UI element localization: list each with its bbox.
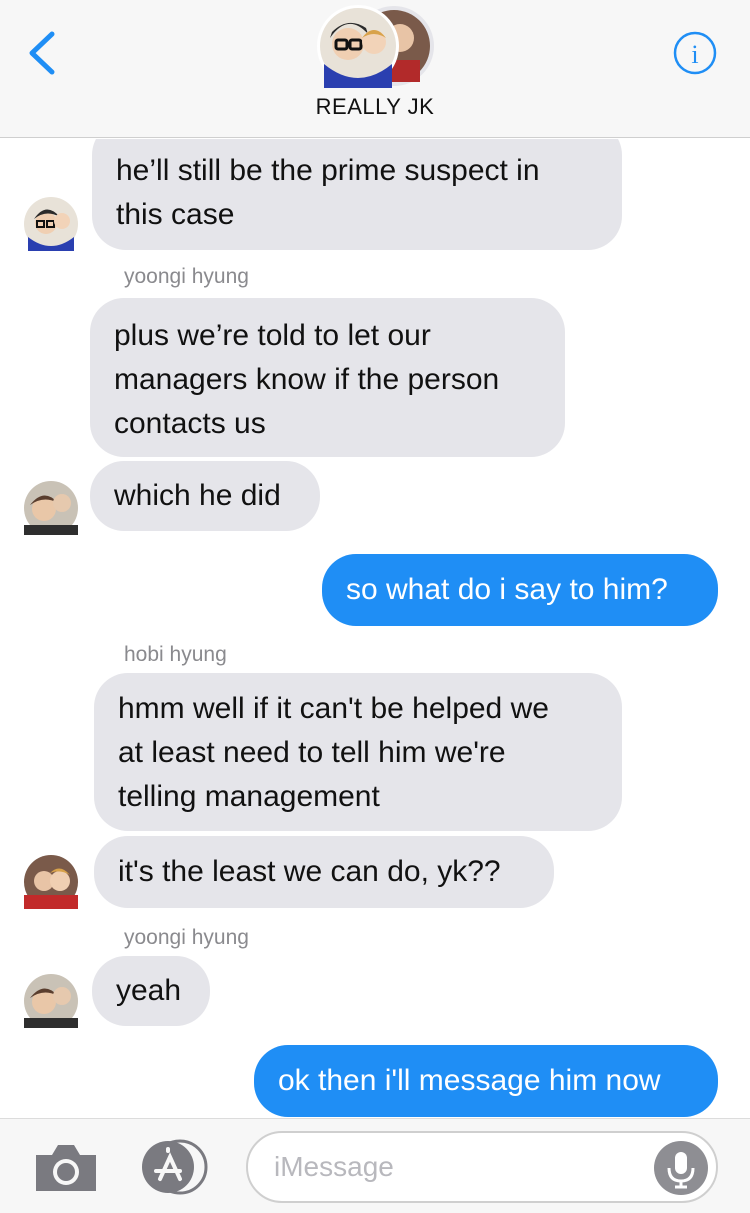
- contact-avatar[interactable]: [24, 481, 78, 535]
- contact-avatar[interactable]: [24, 974, 78, 1028]
- message-input[interactable]: iMessage: [246, 1131, 718, 1203]
- group-avatar-stack[interactable]: [316, 4, 436, 90]
- app-store-icon[interactable]: [138, 1139, 212, 1195]
- message-line: managers know if the person: [114, 363, 500, 396]
- contact-avatar[interactable]: [24, 855, 78, 909]
- message-line: hmm well if it can't be helped we: [118, 692, 549, 725]
- message-line: yeah: [116, 974, 182, 1007]
- message-input-placeholder: iMessage: [274, 1151, 394, 1182]
- message-line: at least need to tell him we're: [118, 736, 506, 769]
- message-thread[interactable]: he’ll still be the prime suspect in this…: [0, 139, 750, 1119]
- message-composer: iMessage: [0, 1118, 750, 1213]
- chevron-left-icon[interactable]: [22, 30, 62, 76]
- message-line: ok then i'll message him now: [278, 1064, 661, 1097]
- info-icon[interactable]: i: [672, 30, 718, 76]
- conversation-header: REALLY JK i: [0, 0, 750, 138]
- incoming-message[interactable]: which he did: [90, 461, 320, 531]
- message-line: plus we’re told to let our: [114, 319, 431, 352]
- sender-name: yoongi hyung: [124, 265, 249, 288]
- outgoing-message[interactable]: ok then i'll message him now: [254, 1045, 718, 1117]
- svg-text:i: i: [691, 40, 698, 69]
- incoming-message[interactable]: yeah: [92, 956, 210, 1026]
- incoming-message[interactable]: plus we’re told to let our managers know…: [90, 298, 565, 457]
- message-line: he’ll still be the prime suspect in: [116, 154, 540, 187]
- message-line: which he did: [114, 479, 281, 512]
- incoming-message[interactable]: it's the least we can do, yk??: [94, 836, 554, 908]
- sender-name: yoongi hyung: [124, 926, 249, 949]
- message-line: this case: [116, 198, 235, 231]
- incoming-message[interactable]: hmm well if it can't be helped we at lea…: [94, 673, 622, 831]
- outgoing-message[interactable]: so what do i say to him?: [322, 554, 718, 626]
- message-line: telling management: [118, 780, 380, 813]
- camera-icon[interactable]: [32, 1141, 100, 1193]
- conversation-title[interactable]: REALLY JK: [0, 94, 750, 120]
- message-line: contacts us: [114, 407, 266, 440]
- message-line: so what do i say to him?: [346, 573, 668, 606]
- incoming-message[interactable]: he’ll still be the prime suspect in this…: [92, 139, 622, 250]
- microphone-icon[interactable]: [654, 1141, 708, 1195]
- contact-avatar[interactable]: [24, 197, 78, 251]
- message-line: it's the least we can do, yk??: [118, 855, 501, 888]
- sender-name: hobi hyung: [124, 643, 227, 666]
